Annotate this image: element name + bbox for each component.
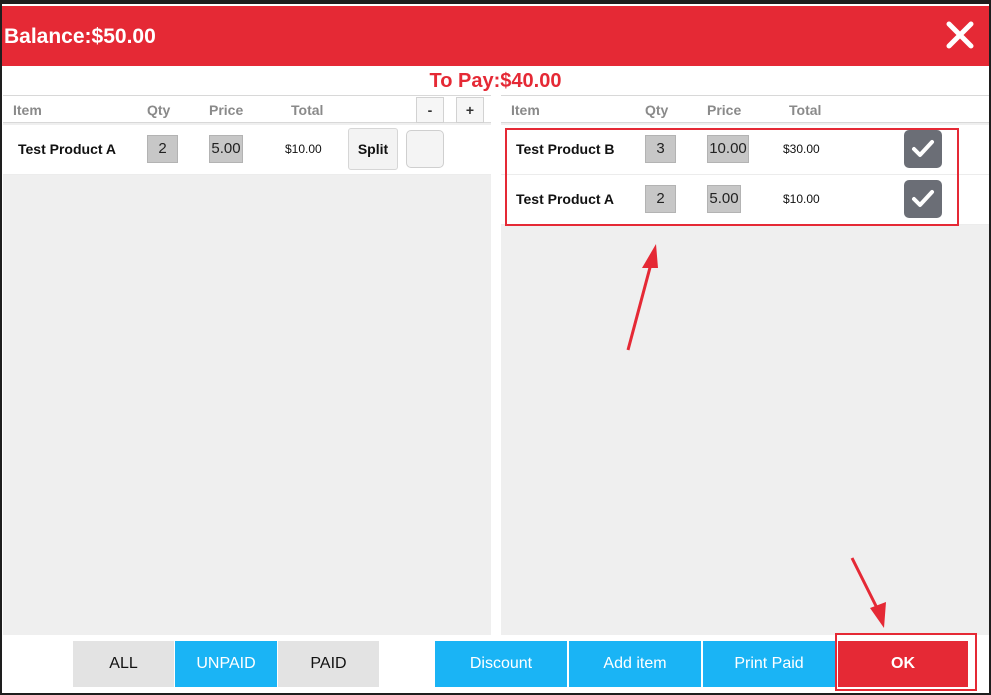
split-button[interactable]: Split [348,128,398,170]
qty-box[interactable]: 2 [147,135,178,163]
col-qty: Qty [645,102,669,118]
unpaid-items-panel: Item Qty Price Total - + Test Product A … [3,95,491,635]
add-item-button[interactable]: Add item [569,641,701,687]
col-price: Price [707,102,742,118]
left-column-header: Item Qty Price Total - + [3,95,491,123]
price-box[interactable]: 5.00 [209,135,243,163]
col-total: Total [789,102,822,118]
select-checkbox[interactable] [406,130,444,168]
col-item: Item [13,102,42,118]
item-name: Test Product A [18,141,117,157]
dialog-header: Balance:$50.00 [2,6,989,66]
col-total: Total [291,102,324,118]
to-pay-label: To Pay:$40.00 [429,70,562,92]
increase-button[interactable]: + [456,97,484,123]
decrease-button[interactable]: - [416,97,444,123]
col-price: Price [209,102,244,118]
arrow-icon [626,244,658,351]
highlight-box [835,633,977,691]
highlight-box [505,128,959,226]
print-paid-button[interactable]: Print Paid [703,641,835,687]
arrow-icon [850,557,886,628]
item-total: $10.00 [285,142,322,156]
split-payment-dialog: Balance:$50.00 To Pay:$40.00 Item Qty Pr… [2,4,989,693]
right-column-header: Item Qty Price Total [501,95,989,123]
filter-unpaid-button[interactable]: UNPAID [175,641,277,687]
balance-label: Balance:$50.00 [4,25,156,48]
table-row[interactable]: Test Product A 2 5.00 $10.00 Split [3,125,491,175]
filter-all-button[interactable]: ALL [73,641,174,687]
discount-button[interactable]: Discount [435,641,567,687]
col-item: Item [511,102,540,118]
close-icon[interactable] [945,20,975,50]
col-qty: Qty [147,102,171,118]
filter-paid-button[interactable]: PAID [278,641,379,687]
